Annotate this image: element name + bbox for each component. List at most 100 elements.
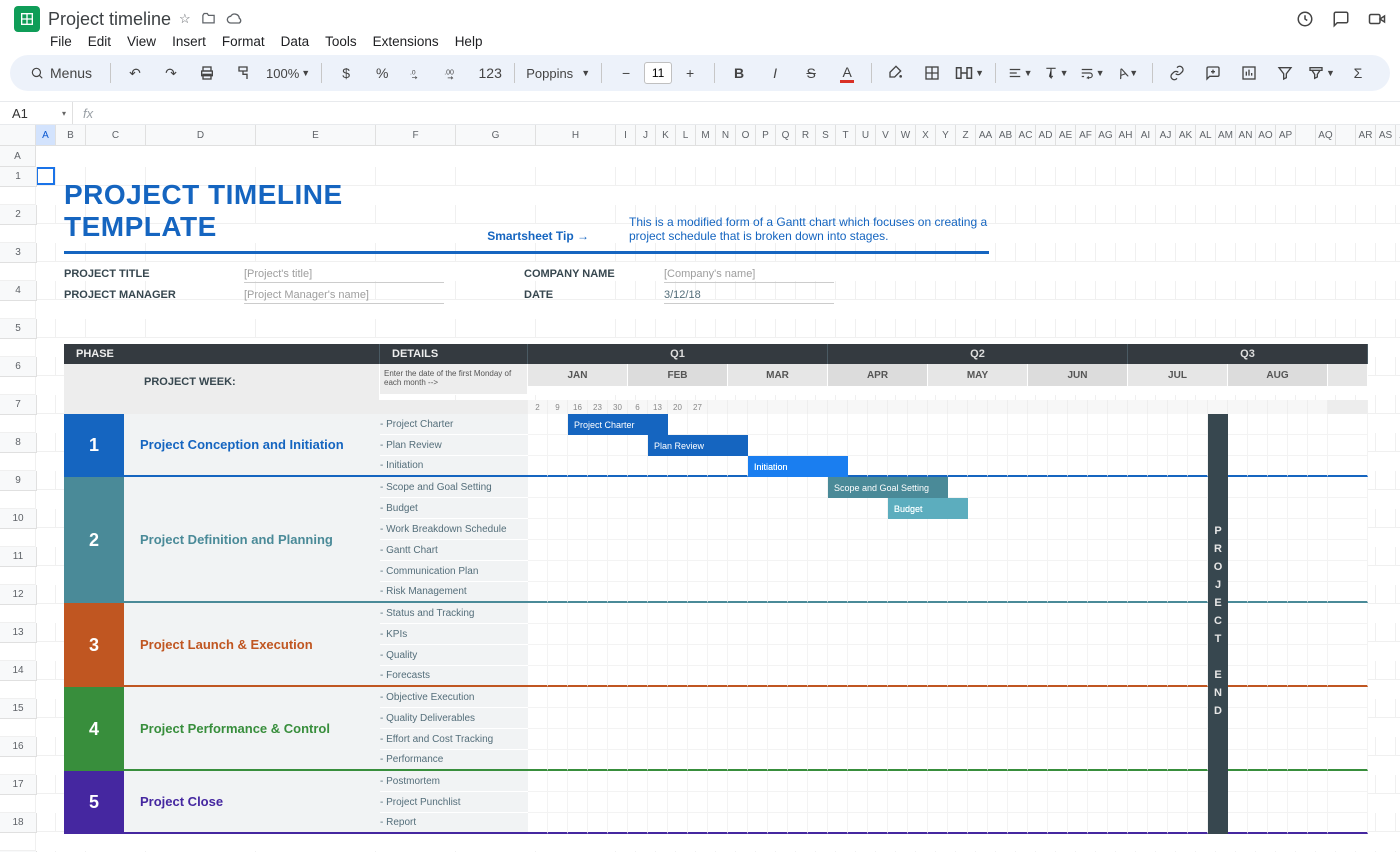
gantt-cell[interactable] [568, 792, 588, 813]
gantt-cell[interactable] [528, 498, 548, 519]
wrap-button[interactable]: ▼ [1076, 60, 1108, 86]
gantt-cell[interactable] [1228, 603, 1248, 624]
gantt-bar[interactable]: Initiation [748, 456, 848, 477]
history-icon[interactable] [1296, 10, 1314, 28]
gantt-cell[interactable] [1028, 540, 1048, 561]
gantt-cell[interactable] [868, 414, 888, 435]
gantt-cell[interactable] [1068, 582, 1088, 603]
gantt-cell[interactable] [1028, 624, 1048, 645]
gantt-cell[interactable] [1008, 687, 1028, 708]
gantt-cell[interactable] [1148, 750, 1168, 771]
gantt-cell[interactable] [848, 750, 868, 771]
gantt-cell[interactable] [1288, 645, 1308, 666]
col-header[interactable]: T [836, 125, 856, 146]
gantt-cell[interactable] [1108, 582, 1128, 603]
gantt-cell[interactable] [568, 477, 588, 498]
gantt-cell[interactable] [1288, 792, 1308, 813]
gantt-cell[interactable] [788, 519, 808, 540]
row-header[interactable]: 10 [0, 509, 37, 529]
gantt-cell[interactable] [868, 687, 888, 708]
gantt-cell[interactable] [768, 603, 788, 624]
gantt-cell[interactable] [1308, 477, 1328, 498]
gantt-cell[interactable] [888, 624, 908, 645]
gantt-cell[interactable] [1288, 435, 1308, 456]
gantt-cell[interactable] [828, 498, 848, 519]
gantt-cell[interactable] [748, 813, 768, 834]
gantt-cell[interactable] [568, 750, 588, 771]
gantt-cell[interactable] [888, 813, 908, 834]
gantt-cell[interactable] [728, 456, 748, 477]
gantt-cell[interactable] [728, 414, 748, 435]
gantt-cell[interactable] [808, 435, 828, 456]
gantt-cell[interactable] [588, 624, 608, 645]
gantt-cell[interactable] [1008, 414, 1028, 435]
col-header[interactable]: S [816, 125, 836, 146]
gantt-cell[interactable] [1288, 813, 1308, 834]
gantt-cell[interactable] [1108, 708, 1128, 729]
gantt-cell[interactable] [588, 498, 608, 519]
gantt-cell[interactable] [888, 414, 908, 435]
gantt-cell[interactable] [848, 456, 868, 477]
meta-value-manager[interactable]: [Project Manager's name] [244, 289, 444, 304]
gantt-cell[interactable] [988, 624, 1008, 645]
col-header[interactable]: H [536, 125, 616, 146]
gantt-cell[interactable] [908, 708, 928, 729]
gantt-cell[interactable] [1128, 435, 1148, 456]
gantt-cell[interactable] [808, 582, 828, 603]
gantt-cell[interactable] [1148, 645, 1168, 666]
gantt-cell[interactable] [1068, 540, 1088, 561]
borders-button[interactable] [916, 60, 948, 86]
gantt-cell[interactable] [828, 645, 848, 666]
decrease-decimal[interactable]: .0 [402, 60, 434, 86]
gantt-cell[interactable] [708, 519, 728, 540]
gantt-cell[interactable] [528, 687, 548, 708]
gantt-cell[interactable] [1248, 582, 1268, 603]
col-header[interactable]: N [716, 125, 736, 146]
gantt-cell[interactable] [1108, 729, 1128, 750]
gantt-cell[interactable] [1228, 687, 1248, 708]
gantt-cell[interactable] [568, 582, 588, 603]
gantt-cell[interactable] [788, 792, 808, 813]
gantt-cell[interactable] [1288, 456, 1308, 477]
gantt-cell[interactable] [768, 750, 788, 771]
gantt-cell[interactable] [988, 645, 1008, 666]
gantt-cell[interactable] [1088, 414, 1108, 435]
gantt-cell[interactable] [1228, 708, 1248, 729]
gantt-cell[interactable] [548, 708, 568, 729]
text-color-button[interactable]: A [831, 60, 863, 86]
col-header[interactable]: G [456, 125, 536, 146]
gantt-cell[interactable] [628, 603, 648, 624]
col-header[interactable]: AJ [1156, 125, 1176, 146]
gantt-cell[interactable] [908, 540, 928, 561]
gantt-cell[interactable] [968, 414, 988, 435]
gantt-cell[interactable] [1108, 771, 1128, 792]
gantt-cell[interactable] [808, 666, 828, 687]
gantt-cell[interactable] [1028, 729, 1048, 750]
col-header[interactable]: F [376, 125, 456, 146]
gantt-cell[interactable] [728, 666, 748, 687]
gantt-cell[interactable] [608, 813, 628, 834]
gantt-cell[interactable] [848, 792, 868, 813]
gantt-cell[interactable] [788, 813, 808, 834]
gantt-cell[interactable] [668, 729, 688, 750]
gantt-cell[interactable] [1288, 666, 1308, 687]
gantt-cell[interactable] [808, 708, 828, 729]
gantt-cell[interactable] [788, 414, 808, 435]
gantt-cell[interactable] [968, 603, 988, 624]
gantt-cell[interactable] [548, 624, 568, 645]
gantt-cell[interactable] [568, 666, 588, 687]
gantt-cell[interactable] [968, 813, 988, 834]
gantt-cell[interactable] [868, 540, 888, 561]
gantt-cell[interactable] [1088, 771, 1108, 792]
gantt-cell[interactable] [1168, 729, 1188, 750]
gantt-cell[interactable] [1008, 456, 1028, 477]
gantt-cell[interactable] [1308, 603, 1328, 624]
gantt-cell[interactable] [1068, 708, 1088, 729]
gantt-cell[interactable] [1028, 666, 1048, 687]
gantt-cell[interactable] [1048, 729, 1068, 750]
comment-button[interactable] [1197, 60, 1229, 86]
merge-button[interactable]: ▼ [952, 60, 987, 86]
gantt-cell[interactable] [928, 582, 948, 603]
gantt-cell[interactable] [928, 624, 948, 645]
gantt-cell[interactable] [1168, 771, 1188, 792]
